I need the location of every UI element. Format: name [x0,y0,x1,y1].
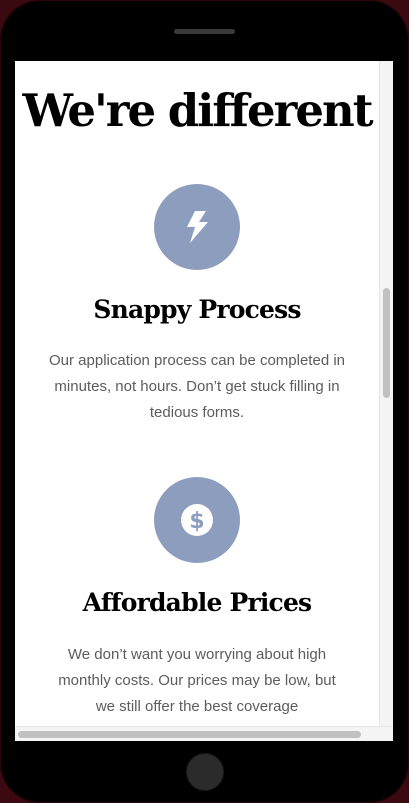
dollar-coin-icon: $ [154,477,240,563]
feature-text-snappy-process: Our application process can be completed… [49,352,346,421]
page-title: We're different [22,84,373,137]
feature-title-affordable-prices: Affordable Prices [82,588,312,617]
page-content: We're different Snappy Process Our appli… [15,61,379,726]
vertical-scrollbar[interactable] [379,61,393,726]
feature-text-affordable-prices: We don’t want you worrying about high mo… [58,646,336,715]
horizontal-scrollbar[interactable] [15,726,393,741]
svg-text:$: $ [189,509,204,534]
phone-speaker [174,29,235,34]
home-button[interactable] [186,753,224,791]
phone-screen: We're different Snappy Process Our appli… [15,61,393,741]
feature-title-snappy-process: Snappy Process [93,295,301,324]
horizontal-scrollbar-thumb[interactable] [18,731,361,738]
lightning-bolt-icon [154,184,240,270]
vertical-scrollbar-thumb[interactable] [383,288,390,398]
phone-frame: We're different Snappy Process Our appli… [0,0,409,803]
